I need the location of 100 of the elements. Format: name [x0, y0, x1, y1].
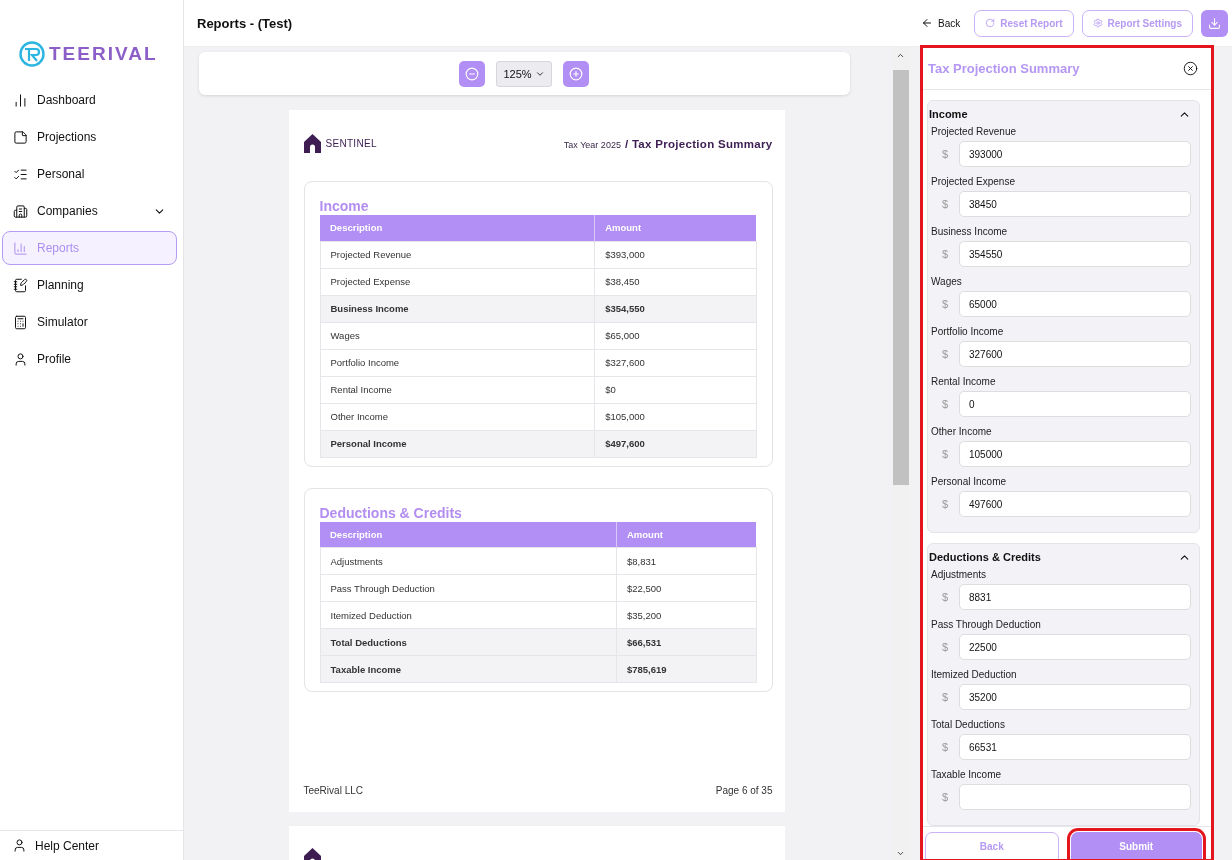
- currency-prefix: $: [940, 448, 950, 460]
- section-heading: Income: [929, 108, 968, 120]
- back-button[interactable]: Back: [915, 17, 967, 29]
- currency-prefix: $: [940, 348, 950, 360]
- field-label: Other Income: [931, 426, 993, 437]
- document-title: / Tax Projection Summary: [624, 137, 773, 150]
- field-label: Taxable Income: [931, 769, 1003, 780]
- currency-prefix: $: [940, 298, 950, 310]
- table-cell: $327,600: [594, 349, 756, 376]
- field-label: Adjustments: [931, 569, 988, 580]
- user-icon: [12, 838, 27, 853]
- field-label: Personal Income: [931, 476, 1008, 487]
- field-label: Portfolio Income: [931, 326, 1005, 337]
- table-cell: Rental Income: [320, 376, 595, 403]
- page-number: Page 6 of 35: [715, 785, 773, 796]
- input-field[interactable]: 35200: [959, 684, 1191, 710]
- table-cell: Wages: [320, 322, 595, 349]
- download-icon: [1208, 16, 1221, 30]
- field-label: Projected Revenue: [931, 126, 1018, 137]
- currency-prefix: $: [940, 641, 950, 653]
- help-center-link[interactable]: Help Center: [0, 830, 183, 860]
- currency-prefix: $: [940, 591, 950, 603]
- table-cell: Projected Expense: [320, 268, 595, 295]
- column-header: Description: [320, 521, 617, 548]
- logo-icon: [19, 41, 45, 67]
- input-field[interactable]: 393000: [959, 141, 1191, 167]
- input-field[interactable]: 497600: [959, 491, 1191, 517]
- field-label: Business Income: [931, 226, 1009, 237]
- currency-prefix: $: [940, 398, 950, 410]
- nav-item[interactable]: Companies: [2, 194, 177, 228]
- currency-prefix: $: [940, 741, 950, 753]
- table-cell: Other Income: [320, 403, 595, 430]
- column-header: Description: [320, 215, 595, 241]
- input-field[interactable]: 354550: [959, 241, 1191, 267]
- table-cell: Itemized Deduction: [320, 601, 617, 629]
- table-cell: $105,000: [594, 403, 756, 430]
- nav-item[interactable]: Projections: [2, 120, 177, 154]
- zoom-out-button[interactable]: [459, 60, 486, 87]
- refresh-icon: [985, 18, 996, 28]
- table-cell: $0: [594, 376, 756, 403]
- nav-item[interactable]: Simulator: [2, 305, 177, 339]
- table-cell: $354,550: [594, 295, 756, 322]
- chevron-down-icon: [896, 849, 905, 858]
- input-field[interactable]: 65000: [959, 291, 1191, 317]
- tax-year: Tax Year 2025: [563, 139, 621, 150]
- currency-prefix: $: [940, 691, 950, 703]
- zoom-in-button[interactable]: [562, 60, 589, 87]
- input-field[interactable]: 8831: [959, 584, 1191, 610]
- input-field[interactable]: 0: [959, 391, 1191, 417]
- table-cell: $66,531: [616, 628, 756, 656]
- notebook-pen-icon: [13, 277, 28, 293]
- table-cell: $393,000: [594, 241, 756, 268]
- table-cell: Projected Revenue: [320, 241, 595, 268]
- settings-icon: [1092, 18, 1103, 28]
- building-icon: [13, 203, 28, 219]
- table-cell: Portfolio Income: [320, 349, 595, 376]
- table-cell: Taxable Income: [320, 655, 617, 683]
- chevron-up-icon: [896, 51, 905, 60]
- bar-chart-icon: [13, 92, 28, 108]
- user-icon: [13, 351, 28, 367]
- nav-item[interactable]: Profile: [2, 342, 177, 376]
- table-cell: $35,200: [616, 601, 756, 629]
- field-label: Itemized Deduction: [931, 669, 1018, 680]
- table-cell: Pass Through Deduction: [320, 574, 617, 602]
- input-field[interactable]: 105000: [959, 441, 1191, 467]
- nav-item[interactable]: Dashboard: [2, 83, 177, 117]
- table-cell: $497,600: [594, 430, 756, 457]
- footer-company: TeeRival LLC: [303, 785, 363, 796]
- download-button[interactable]: [1201, 9, 1228, 37]
- section-title: Deductions & Credits: [319, 504, 463, 521]
- nav-item[interactable]: Personal: [2, 157, 177, 191]
- table-cell: Adjustments: [320, 547, 617, 575]
- arrow-left-icon: [921, 17, 934, 29]
- currency-prefix: $: [940, 498, 950, 510]
- note-icon: [13, 129, 28, 145]
- currency-prefix: $: [940, 791, 950, 803]
- checklist-icon: [13, 166, 28, 182]
- currency-prefix: $: [940, 148, 950, 160]
- input-field[interactable]: [959, 784, 1191, 810]
- column-header: Amount: [594, 215, 756, 241]
- close-icon[interactable]: [1183, 60, 1198, 76]
- field-label: Pass Through Deduction: [931, 619, 1042, 630]
- input-field[interactable]: 66531: [959, 734, 1191, 760]
- table-cell: $785,619: [616, 655, 756, 683]
- input-field[interactable]: 38450: [959, 191, 1191, 217]
- column-header: Amount: [616, 521, 756, 548]
- field-label: Total Deductions: [931, 719, 1006, 730]
- currency-prefix: $: [940, 248, 950, 260]
- input-field[interactable]: 327600: [959, 341, 1191, 367]
- minus-circle-icon: [465, 66, 480, 81]
- nav-item[interactable]: Planning: [2, 268, 177, 302]
- section-heading: Deductions & Credits: [929, 551, 1041, 563]
- field-label: Projected Expense: [931, 176, 1016, 187]
- zoom-select[interactable]: 125%: [496, 60, 552, 87]
- panel-title: Tax Projection Summary: [928, 60, 1080, 76]
- table-cell: Business Income: [320, 295, 595, 322]
- page-title: Reports - (Test): [197, 15, 294, 31]
- brand-name: SENTINEL: [325, 138, 377, 149]
- table-cell: $38,450: [594, 268, 756, 295]
- input-field[interactable]: 22500: [959, 634, 1191, 660]
